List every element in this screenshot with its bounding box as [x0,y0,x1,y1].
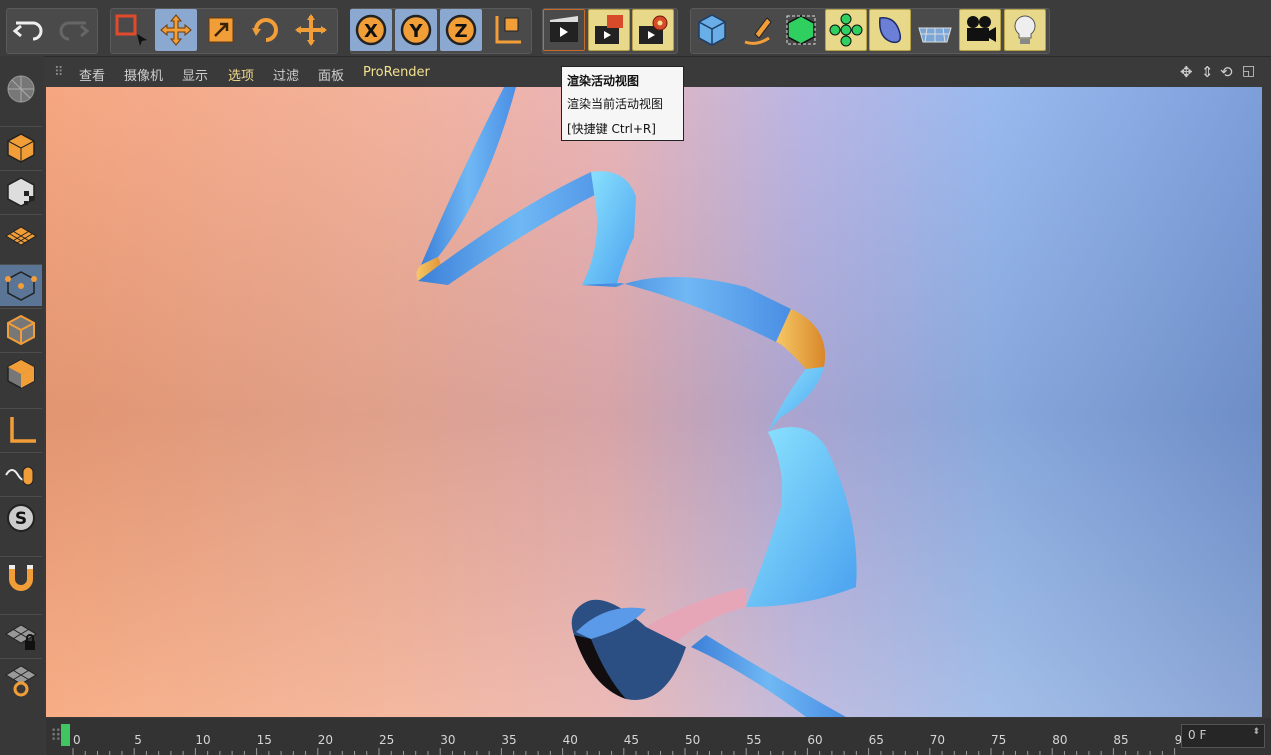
timeline-tick-label: 5 [134,733,142,747]
timeline-tick-label: 20 [317,733,334,747]
model-mode-icon[interactable] [0,126,42,168]
tooltip-description: 渲染当前活动视图 [567,97,664,111]
timeline-tick-marks [72,748,1176,755]
solo-mode-icon[interactable]: S [0,496,42,538]
timeline-tick-label: 80 [1052,733,1068,747]
current-frame-value: 0 F [1188,728,1207,742]
timeline-tick-label: 60 [807,733,823,747]
live-selection-icon[interactable] [110,9,152,51]
workplane-mode-icon[interactable] [0,214,42,256]
tooltip-shortcut: [快捷键 Ctrl+R] [567,122,656,136]
menu-prorender[interactable]: ProRender [363,65,430,80]
last-tool-icon[interactable] [290,9,332,51]
axis-mode-icon[interactable] [0,408,42,450]
render-view-tooltip: 渲染活动视图 渲染当前活动视图 [快捷键 Ctrl+R] [561,66,684,141]
panel-grip-icon[interactable]: ⠿ [54,65,64,80]
timeline-tick-label: 10 [195,733,211,747]
render-settings-icon[interactable] [632,9,674,51]
move-tool-icon[interactable] [155,9,197,51]
z-axis-lock-icon[interactable]: Z [440,9,482,51]
redo-icon[interactable] [52,9,94,51]
texture-mode-icon[interactable] [0,170,42,212]
timeline-tick-label: 25 [379,733,395,747]
left-mode-toolbar: S [0,56,44,755]
undo-icon[interactable] [8,9,50,51]
menu-filter[interactable]: 过滤 [273,65,299,84]
main-toolbar: X Y Z [0,0,1271,57]
timeline-tick-label: 75 [991,733,1007,747]
svg-text:Z: Z [454,21,467,42]
x-axis-lock-icon[interactable]: X [350,9,392,51]
menu-view[interactable]: 查看 [79,65,105,84]
viewport-zoom-icon[interactable]: ⇕ [1201,63,1214,81]
viewport-switch-icon[interactable]: ◱ [1242,63,1255,79]
workplane-align-icon[interactable] [0,658,42,700]
make-editable-icon[interactable] [0,68,42,110]
menu-display[interactable]: 显示 [182,65,208,84]
light-object-icon[interactable] [1004,9,1046,51]
timeline-tick-label: 85 [1113,733,1129,747]
svg-text:X: X [364,21,378,42]
subdivision-surface-icon[interactable] [780,9,822,51]
timeline-tick-label: 15 [256,733,272,747]
deformer-icon[interactable] [869,9,911,51]
viewport-rotate-icon[interactable]: ⟲ [1220,63,1233,81]
current-frame-field[interactable]: 0 F ⬍ [1181,724,1265,748]
scale-tool-icon[interactable] [200,9,242,51]
timeline-tick-label: 0 [73,733,81,747]
pen-spline-icon[interactable] [736,9,778,51]
timeline-tick-label: 35 [501,733,517,747]
points-mode-icon[interactable] [0,264,42,306]
coordinate-system-icon[interactable] [486,9,528,51]
camera-object-icon[interactable] [959,9,1001,51]
svg-text:S: S [15,509,27,529]
menu-cameras[interactable]: 摄像机 [124,65,163,84]
y-axis-lock-icon[interactable]: Y [395,9,437,51]
timeline-tick-label: 40 [562,733,578,747]
frame-stepper-icon[interactable]: ⬍ [1252,727,1260,737]
timeline-tick-label: 55 [746,733,762,747]
tooltip-title: 渲染活动视图 [567,74,640,88]
timeline-tick-label: 30 [440,733,456,747]
render-view-icon[interactable] [543,9,585,51]
timeline-tick-label: 70 [929,733,946,747]
menu-options[interactable]: 选项 [228,65,254,84]
render-to-picture-viewer-icon[interactable] [588,9,630,51]
cloner-icon[interactable] [825,9,867,51]
svg-text:Y: Y [408,21,423,42]
workplane-lock-icon[interactable] [0,614,42,656]
snap-magnet-icon[interactable] [0,556,42,598]
edges-mode-icon[interactable] [0,308,42,350]
timeline-grip-icon[interactable]: ⠿ [50,726,62,745]
cube-object-icon[interactable] [691,9,733,51]
viewport-canvas[interactable] [46,87,1262,717]
timeline-ruler[interactable]: ⠿ 051015202530354045505560657075808590 [46,718,1271,755]
ribbon-render [416,87,857,717]
floor-object-icon[interactable] [914,9,956,51]
tweak-mode-icon[interactable] [0,452,42,494]
polygons-mode-icon[interactable] [0,352,42,394]
menu-panel[interactable]: 面板 [318,65,344,84]
timeline-tick-label: 65 [868,733,884,747]
timeline-playhead[interactable] [61,724,70,746]
timeline-tick-label: 45 [623,733,640,747]
timeline-tick-label: 50 [685,733,701,747]
viewport-move-icon[interactable]: ✥ [1180,63,1193,81]
rotate-tool-icon[interactable] [245,9,287,51]
